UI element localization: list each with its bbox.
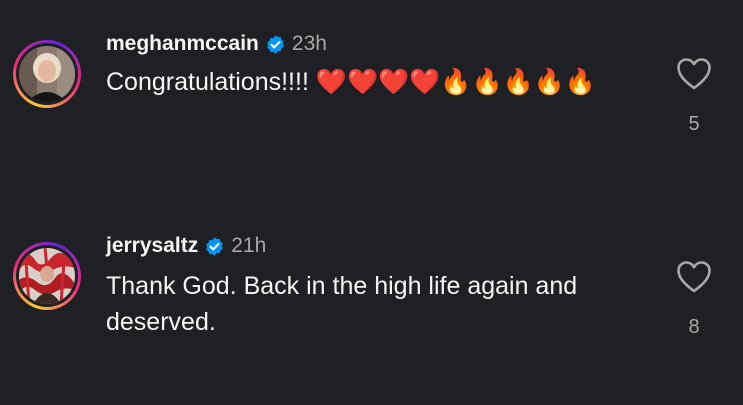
heart-outline-icon — [677, 261, 711, 293]
comment-timestamp: 23h — [291, 32, 327, 55]
avatar[interactable] — [19, 248, 75, 304]
avatar-photo-meghanmccain — [19, 46, 75, 102]
like-button[interactable] — [676, 57, 712, 91]
like-button[interactable] — [676, 260, 712, 294]
avatar-story-ring[interactable] — [13, 40, 81, 108]
username-link[interactable]: jerrysaltz — [106, 234, 198, 258]
heart-outline-icon — [677, 58, 711, 90]
comment-header: meghanmccain 23h — [106, 30, 327, 58]
like-count[interactable]: 8 — [672, 316, 716, 339]
comment-timestamp: 21h — [231, 234, 267, 257]
comment-header: jerrysaltz 21h — [106, 232, 266, 260]
avatar-story-ring[interactable] — [13, 242, 81, 310]
avatar-ring-gap — [16, 245, 78, 307]
comment-text: Congratulations!!!! ❤️❤️❤️❤️🔥🔥🔥🔥🔥 — [106, 68, 596, 96]
comment-text: Thank God. Back in the high life again a… — [106, 272, 578, 336]
verified-badge-icon — [265, 34, 286, 55]
verified-badge-icon — [204, 236, 225, 257]
avatar-ring-gap — [16, 43, 78, 105]
username-link[interactable]: meghanmccain — [106, 32, 259, 56]
avatar[interactable] — [19, 46, 75, 102]
like-count[interactable]: 5 — [672, 113, 716, 136]
avatar-photo-jerrysaltz — [19, 248, 75, 304]
